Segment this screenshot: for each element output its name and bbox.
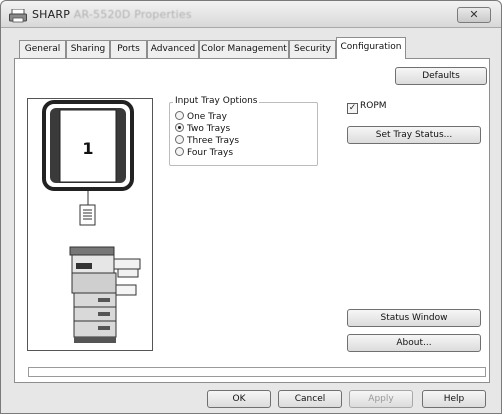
tab-advanced[interactable]: Advanced <box>147 40 199 58</box>
tab-label: Security <box>294 44 331 54</box>
tray-number: 1 <box>82 139 93 158</box>
radio-button[interactable] <box>175 111 184 120</box>
status-window-button[interactable]: Status Window <box>347 309 481 327</box>
title-model: AR-5520D Properties <box>73 8 192 21</box>
radio-label: One Tray <box>187 112 227 122</box>
radio-label: Three Trays <box>187 136 240 146</box>
apply-label: Apply <box>368 394 394 404</box>
set-tray-status-button[interactable]: Set Tray Status... <box>347 126 481 144</box>
title-prefix: SHARP <box>32 8 71 21</box>
ok-label: OK <box>232 394 246 404</box>
radio-button[interactable] <box>175 123 184 132</box>
tab-sharing[interactable]: Sharing <box>66 40 110 58</box>
status-strip <box>28 367 486 377</box>
cancel-button[interactable]: Cancel <box>278 390 342 408</box>
tab-label: Ports <box>117 44 140 54</box>
defaults-button[interactable]: Defaults <box>395 67 487 85</box>
radio-four-trays[interactable]: Four Trays <box>175 147 233 159</box>
tab-general[interactable]: General <box>19 40 66 58</box>
about-label: About... <box>396 338 432 348</box>
tab-label: General <box>24 44 61 54</box>
radio-button[interactable] <box>175 135 184 144</box>
about-button[interactable]: About... <box>347 334 481 352</box>
tab-label: Sharing <box>70 44 106 54</box>
radio-label: Two Trays <box>187 124 231 134</box>
printer-preview: 1 <box>27 98 153 351</box>
tab-ports[interactable]: Ports <box>110 40 147 58</box>
tab-color-management[interactable]: Color Management <box>199 40 289 58</box>
radio-three-trays[interactable]: Three Trays <box>175 135 239 147</box>
radio-two-trays[interactable]: Two Trays <box>175 123 230 135</box>
tab-security[interactable]: Security <box>289 40 336 58</box>
tab-label: Advanced <box>150 44 196 54</box>
apply-button[interactable]: Apply <box>349 390 413 408</box>
radio-one-tray[interactable]: One Tray <box>175 111 227 123</box>
tab-configuration[interactable]: Configuration <box>336 37 406 59</box>
ok-button[interactable]: OK <box>207 390 271 408</box>
ropm-label: ROPM <box>360 101 387 111</box>
help-label: Help <box>443 394 465 404</box>
tab-label: Configuration <box>340 42 402 52</box>
ropm-checkbox[interactable]: ✓ <box>347 103 358 114</box>
title-bar: SHARP AR-5520D Properties ✕ <box>1 1 501 28</box>
defaults-label: Defaults <box>422 71 460 81</box>
window-title: SHARP AR-5520D Properties <box>32 8 192 21</box>
radio-button[interactable] <box>175 147 184 156</box>
status-window-label: Status Window <box>380 313 448 323</box>
properties-dialog: SHARP AR-5520D Properties ✕ General Shar… <box>0 0 502 414</box>
printer-icon <box>9 9 27 23</box>
input-tray-options-legend: Input Tray Options <box>173 96 260 106</box>
cancel-label: Cancel <box>294 394 326 404</box>
help-button[interactable]: Help <box>422 390 486 408</box>
tab-label: Color Management <box>201 44 287 54</box>
set-tray-status-label: Set Tray Status... <box>375 130 453 140</box>
printer-preview-graphic: 1 <box>42 100 141 343</box>
close-button[interactable]: ✕ <box>457 7 491 23</box>
ropm-checkbox-row[interactable]: ✓ ROPM <box>347 100 387 114</box>
radio-label: Four Trays <box>187 148 234 158</box>
close-icon: ✕ <box>469 8 479 21</box>
